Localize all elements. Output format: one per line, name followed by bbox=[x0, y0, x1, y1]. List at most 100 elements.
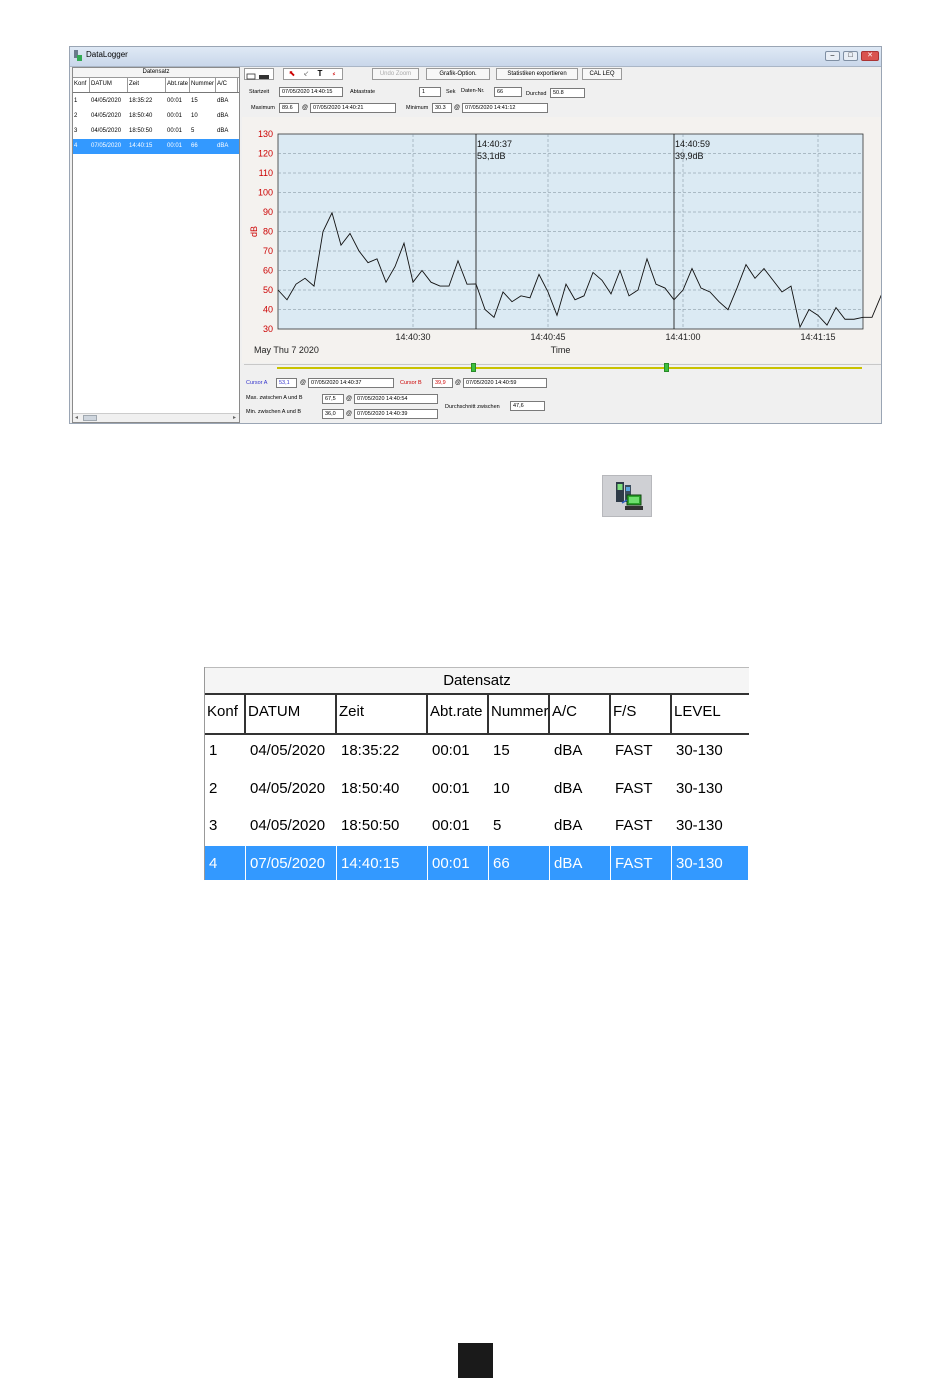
table-cell: 07/05/2020 bbox=[91, 143, 122, 149]
cursor-a-label: Cursor A bbox=[246, 380, 268, 386]
cursor-time-label: 14:40:59 bbox=[675, 139, 710, 149]
table-row[interactable]: 1 04/05/2020 18:35:22 00:01 15 dBA F bbox=[73, 94, 239, 109]
cursor-b-time-field[interactable]: 07/05/2020 14:40:59 bbox=[463, 378, 547, 388]
table-row[interactable]: 4 07/05/2020 14:40:15 00:01 66 dBA F bbox=[73, 139, 239, 154]
column-header[interactable]: DATUM bbox=[246, 695, 337, 733]
column-header[interactable]: A/C bbox=[550, 695, 611, 733]
table-cell: 00:01 bbox=[428, 846, 489, 880]
minimize-button[interactable]: – bbox=[825, 51, 840, 61]
minimum-time-field[interactable]: 07/05/2020 14:41:12 bbox=[462, 103, 548, 113]
abtastrate-label: Abtastrate bbox=[350, 89, 376, 95]
table-row[interactable]: 3 04/05/2020 18:50:50 00:01 5 dBA F bbox=[73, 124, 239, 139]
cursor-b-value-field[interactable]: 39,9 bbox=[432, 378, 453, 388]
at-symbol: @ bbox=[346, 411, 353, 417]
at-symbol: @ bbox=[302, 105, 309, 111]
cursor-a-icon[interactable]: ⬉ bbox=[287, 69, 297, 79]
column-header[interactable]: Abt.rate bbox=[428, 695, 489, 733]
column-header[interactable]: Konf bbox=[205, 695, 246, 733]
table-row[interactable]: 1 04/05/2020 18:35:22 00:01 15 dBA FAST 30-130 bbox=[205, 733, 749, 769]
table-header: Konf DATUM Zeit Abt.rate Nummer A/C F/S LEVEL bbox=[205, 693, 749, 735]
y-tick-label: 40 bbox=[263, 305, 273, 315]
table-cell: 07/05/2020 bbox=[246, 846, 337, 880]
table-cell: 00:01 bbox=[167, 128, 183, 134]
table-cell: 2 bbox=[74, 113, 78, 119]
table-row[interactable]: 2 04/05/2020 18:50:40 00:01 10 dBA F bbox=[73, 109, 239, 124]
table-cell: 66 bbox=[489, 846, 550, 880]
export-statistics-button[interactable]: Statistiken exportieren bbox=[496, 68, 578, 80]
cursor-b-icon[interactable]: ⸔ bbox=[301, 69, 311, 79]
max-between-time-field[interactable]: 07/05/2020 14:40:54 bbox=[354, 394, 438, 404]
maximum-field[interactable]: 89.6 bbox=[279, 103, 299, 113]
max-between-value-field[interactable]: 67,5 bbox=[322, 394, 344, 404]
table-cell: dBA bbox=[217, 98, 229, 104]
cursor-slider-track[interactable] bbox=[277, 367, 862, 369]
table-cell: 04/05/2020 bbox=[91, 98, 122, 104]
table-cell: F bbox=[238, 124, 239, 139]
column-header: Nummer bbox=[190, 77, 216, 92]
at-symbol: @ bbox=[300, 380, 307, 386]
marker-icon[interactable]: ⸗ bbox=[329, 69, 339, 79]
min-between-value-field[interactable]: 36,0 bbox=[322, 409, 344, 419]
meter-computer-icon bbox=[616, 482, 643, 510]
noise-level-chart[interactable]: 30 40 50 60 70 80 90 100 110 120 130 14:40:30 14:40:… bbox=[242, 117, 882, 363]
daten-nr-field[interactable]: 66 bbox=[494, 87, 522, 97]
column-header: Abt.rate bbox=[166, 77, 190, 92]
table-cell: 04/05/2020 bbox=[250, 779, 326, 797]
cursor-a-value-field[interactable]: 53,1 bbox=[276, 378, 297, 388]
table-cell: 18:50:50 bbox=[129, 128, 153, 134]
cal-leq-button[interactable]: CAL LEQ bbox=[582, 68, 622, 80]
maximum-label: Maximum bbox=[251, 105, 275, 111]
graph-options-button[interactable]: Grafik-Option. bbox=[426, 68, 490, 80]
abtastrate-field[interactable]: 1 bbox=[419, 87, 441, 97]
durchschnitt-field[interactable]: 50.8 bbox=[550, 88, 585, 98]
column-header[interactable]: Zeit bbox=[337, 695, 428, 733]
minimum-field[interactable]: 30.3 bbox=[432, 103, 452, 113]
dataset-table-enlarged: Datensatz Konf DATUM Zeit Abt.rate Nummer A/C… bbox=[204, 667, 749, 880]
table-cell: 66 bbox=[191, 143, 198, 149]
maximize-button[interactable]: □ bbox=[843, 51, 858, 61]
column-header[interactable]: LEVEL bbox=[672, 695, 749, 733]
cursor-b-label: Cursor B bbox=[400, 380, 422, 386]
table-cell: 3 bbox=[209, 817, 218, 835]
y-axis-label: dB bbox=[249, 226, 259, 237]
column-header: Konf bbox=[73, 77, 90, 92]
x-axis-label: Time bbox=[551, 345, 571, 355]
table-cell: 04/05/2020 bbox=[250, 817, 326, 835]
app-icon bbox=[74, 50, 82, 61]
text-tool-icon[interactable]: T bbox=[315, 69, 325, 79]
startzeit-field[interactable]: 07/05/2020 14:40:15 bbox=[279, 87, 343, 97]
table-row[interactable]: 4 07/05/2020 14:40:15 00:01 66 dBA FAST 30-130 bbox=[205, 846, 749, 880]
view-toggle-button[interactable] bbox=[244, 68, 274, 80]
table-row[interactable]: 2 04/05/2020 18:50:40 00:01 10 dBA FAST 30-130 bbox=[205, 771, 749, 807]
cursor-a-slider-thumb[interactable] bbox=[471, 363, 476, 372]
max-between-label: Max. zwischen A und B bbox=[246, 395, 303, 401]
min-between-label: Min. zwischen A und B bbox=[246, 409, 302, 415]
table-row[interactable]: 3 04/05/2020 18:50:50 00:01 5 dBA FAST 30-130 bbox=[205, 808, 749, 844]
sek-label: Sek bbox=[446, 89, 456, 95]
column-header: F bbox=[238, 77, 239, 92]
cursor-a-time-field[interactable]: 07/05/2020 14:40:37 bbox=[308, 378, 394, 388]
min-between-time-field[interactable]: 07/05/2020 14:40:39 bbox=[354, 409, 438, 419]
horizontal-scrollbar[interactable]: ◂ ▸ bbox=[73, 413, 239, 422]
at-symbol: @ bbox=[454, 105, 461, 111]
undo-zoom-button[interactable]: Undo Zoom bbox=[372, 68, 419, 80]
table-cell: 18:35:22 bbox=[341, 742, 400, 759]
table-cell: 30-130 bbox=[676, 817, 723, 835]
cursor-b-slider-thumb[interactable] bbox=[664, 363, 669, 372]
maximum-time-field[interactable]: 07/05/2020 14:40:21 bbox=[310, 103, 396, 113]
table-cell: 15 bbox=[493, 742, 510, 759]
column-header[interactable]: F/S bbox=[611, 695, 672, 733]
column-header[interactable]: Nummer bbox=[489, 695, 550, 733]
table-cell: dBA bbox=[217, 143, 229, 149]
scroll-thumb[interactable] bbox=[83, 415, 97, 421]
table-cell: 00:01 bbox=[167, 98, 183, 104]
scroll-right-icon[interactable]: ▸ bbox=[233, 414, 236, 421]
table-cell: 18:35:22 bbox=[129, 98, 153, 104]
title-bar: DataLogger – □ ✕ bbox=[70, 47, 881, 67]
at-symbol: @ bbox=[346, 396, 353, 402]
close-button[interactable]: ✕ bbox=[861, 51, 879, 61]
scroll-left-icon[interactable]: ◂ bbox=[75, 414, 78, 421]
avg-between-value-field[interactable]: 47,6 bbox=[510, 401, 545, 411]
window-title: DataLogger bbox=[86, 50, 128, 59]
table-cell: 00:01 bbox=[432, 779, 470, 797]
